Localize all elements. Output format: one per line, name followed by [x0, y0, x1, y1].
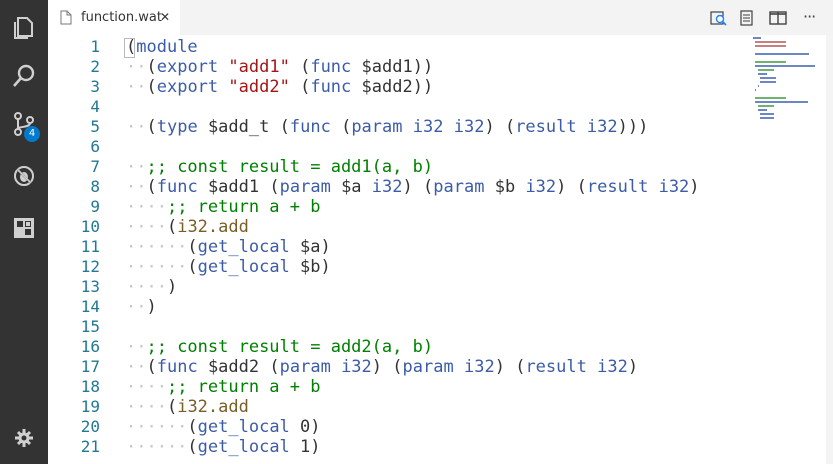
tab-function-wat[interactable]: function.wat ✕ [48, 0, 180, 35]
line-number: 14 [80, 297, 100, 316]
line-number: 12 [80, 257, 100, 276]
code-line[interactable]: ······(get_local $b) [126, 257, 331, 277]
tab-title: function.wat [81, 10, 162, 25]
code-line[interactable]: ····;; return a + b [126, 197, 320, 217]
line-number: 4 [90, 97, 100, 116]
code-line[interactable]: ··(export "add2" (func $add2)) [126, 77, 433, 97]
line-number: 20 [80, 417, 100, 436]
minimap-line [757, 73, 767, 75]
minimap-line [757, 109, 767, 111]
minimap-line [755, 45, 787, 47]
code-line[interactable]: ····) [126, 277, 177, 297]
line-number: 15 [80, 317, 100, 336]
minimap-line [755, 89, 757, 91]
line-number: 1 [90, 37, 100, 56]
line-number: 9 [90, 197, 100, 216]
code-line[interactable]: ····;; return a + b [126, 377, 320, 397]
code-line[interactable]: ······(get_local 0) [126, 417, 321, 437]
source-control-badge: 4 [24, 126, 40, 142]
files-icon[interactable] [0, 4, 48, 52]
open-preview-icon[interactable] [738, 10, 756, 26]
code-line[interactable]: ··;; const result = add1(a, b) [126, 157, 433, 177]
line-number: 10 [80, 217, 100, 236]
minimap-line [755, 65, 815, 67]
file-icon [60, 10, 72, 25]
code-line[interactable]: ······(get_local $a) [126, 237, 331, 257]
minimap[interactable] [753, 37, 833, 157]
minimap-line [760, 77, 776, 79]
minimap-line [757, 69, 775, 71]
line-number: 16 [80, 337, 100, 356]
minimap-line [757, 105, 775, 107]
debug-icon[interactable] [0, 152, 48, 200]
code-line[interactable]: ····(i32.add [126, 217, 249, 237]
minimap-line [755, 101, 809, 103]
minimap-line [753, 37, 761, 39]
close-icon[interactable]: ✕ [160, 10, 170, 24]
line-number: 2 [90, 57, 100, 76]
minimap-line [755, 53, 810, 55]
search-icon[interactable] [0, 52, 48, 100]
code-line[interactable]: ··) [126, 297, 157, 317]
minimap-line [760, 117, 775, 119]
line-number: 19 [80, 397, 100, 416]
code-line[interactable]: ··(func $add2 (param i32) (param i32) (r… [126, 357, 638, 377]
code-line[interactable]: ····(i32.add [126, 397, 249, 417]
code-line[interactable]: ··(type $add_t (func (param i32 i32) (re… [126, 117, 648, 137]
line-number: 17 [80, 357, 100, 376]
extensions-icon[interactable] [0, 204, 48, 252]
minimap-line [760, 113, 775, 115]
line-number: 13 [80, 277, 100, 296]
code-line[interactable]: (module [126, 37, 198, 57]
minimap-line [760, 81, 776, 83]
split-editor-icon[interactable] [769, 10, 787, 26]
minimap-line [757, 85, 759, 87]
code-line[interactable]: ··(func $add1 (param $a i32) (param $b i… [126, 177, 700, 197]
code-line[interactable]: ··(export "add1" (func $add1)) [126, 57, 433, 77]
line-number: 5 [90, 117, 100, 136]
minimap-line [755, 61, 787, 63]
source-control-icon[interactable]: 4 [0, 100, 48, 148]
line-number: 8 [90, 177, 100, 196]
minimap-line [755, 97, 787, 99]
line-number: 21 [80, 437, 100, 456]
tab-bar: function.wat ✕ ··· [48, 0, 833, 35]
code-line[interactable]: ······(get_local 1) [126, 437, 321, 457]
line-number: 18 [80, 377, 100, 396]
minimap-line [755, 41, 787, 43]
activity-bar: 4 [0, 0, 48, 464]
line-number: 3 [90, 77, 100, 96]
settings-gear-icon[interactable] [0, 414, 48, 462]
open-changes-icon[interactable] [710, 10, 728, 26]
line-number: 11 [80, 237, 100, 256]
code-editor[interactable]: 1 2 3 4 5 6 7 8 9 10 11 12 13 14 15 16 17 18 19 20 21 (modul… [48, 35, 833, 464]
line-number: 6 [90, 137, 100, 156]
code-line[interactable]: ··;; const result = add2(a, b) [126, 337, 433, 357]
line-number: 7 [90, 157, 100, 176]
more-actions-icon[interactable]: ··· [803, 7, 816, 26]
